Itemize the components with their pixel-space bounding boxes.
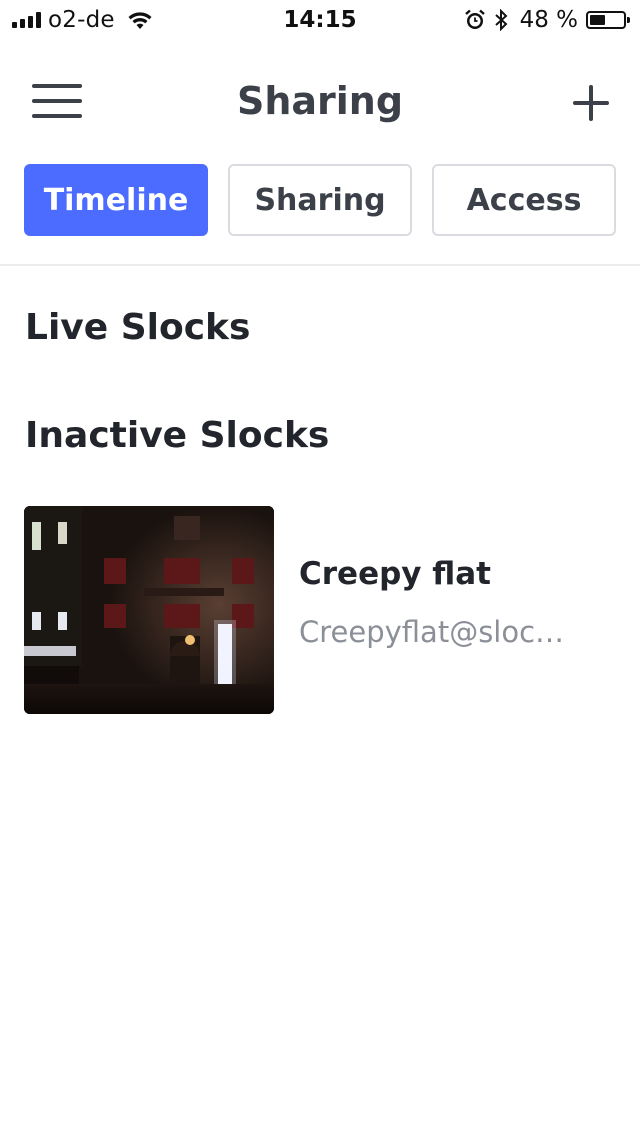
divider <box>0 264 640 266</box>
plus-icon[interactable] <box>572 84 610 122</box>
tab-access[interactable]: Access <box>432 164 616 236</box>
battery-percent: 48 % <box>519 7 578 33</box>
inactive-slocks-heading: Inactive Slocks <box>25 415 330 456</box>
status-bar-right: 48 % <box>464 6 630 34</box>
live-slocks-heading: Live Slocks <box>25 307 251 348</box>
page-title: Sharing <box>236 79 404 123</box>
building-photo <box>24 506 274 714</box>
battery-icon <box>586 11 630 29</box>
slock-list-item[interactable]: Creepy flat Creepyflat@sloc… <box>24 506 616 714</box>
battery-level <box>590 15 605 25</box>
slock-email: Creepyflat@sloc… <box>299 615 565 649</box>
header: Sharing <box>0 60 640 142</box>
bluetooth-icon <box>494 9 508 31</box>
battery-nub <box>627 17 630 23</box>
tab-sharing[interactable]: Sharing <box>228 164 412 236</box>
slock-thumbnail <box>24 506 274 714</box>
segmented-tabs: Timeline Sharing Access <box>24 164 616 236</box>
tab-timeline[interactable]: Timeline <box>24 164 208 236</box>
status-bar: o2-de 14:15 48 % <box>0 0 640 40</box>
alarm-icon <box>464 9 485 29</box>
slock-name: Creepy flat <box>299 556 491 592</box>
